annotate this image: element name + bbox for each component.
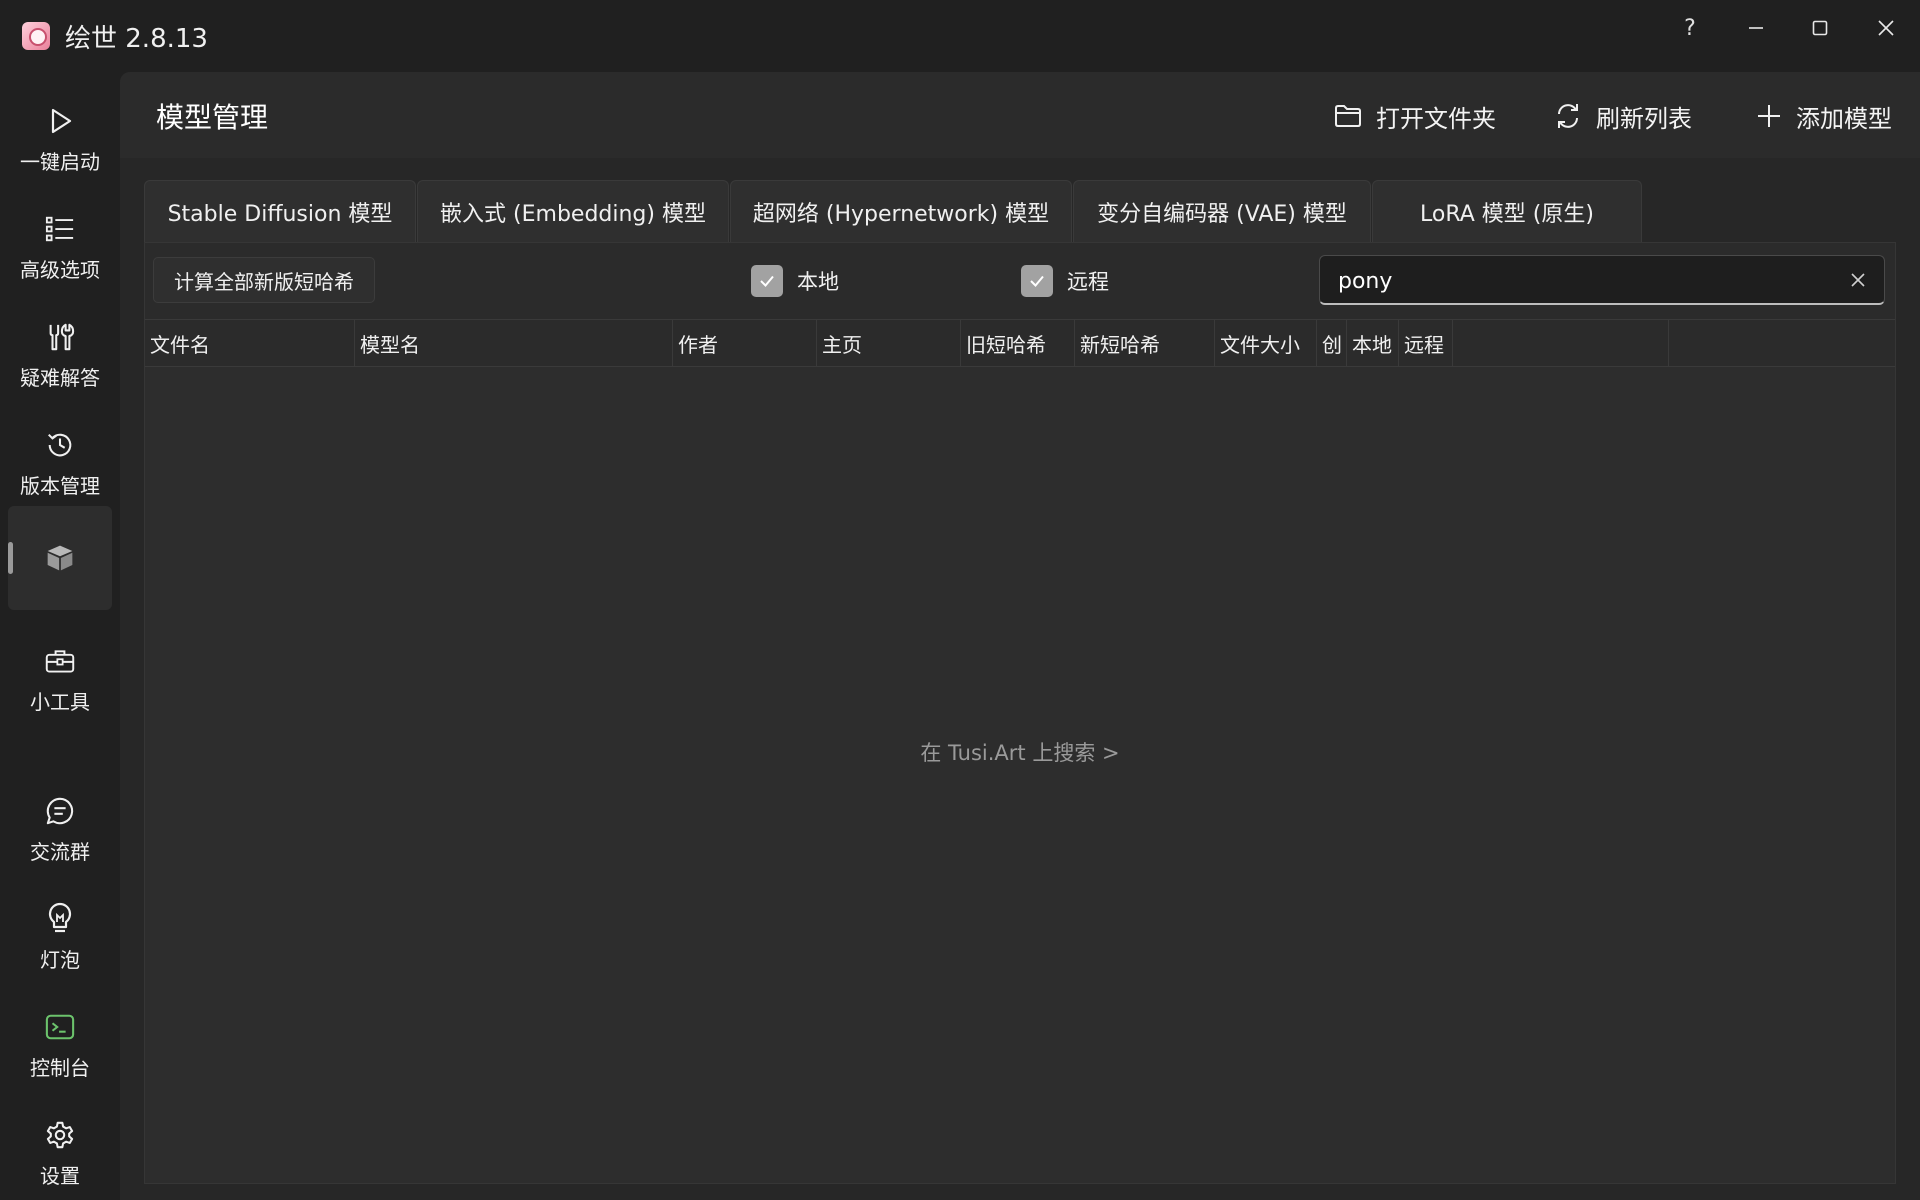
checkmark-icon <box>760 275 774 287</box>
nav-item-label: 一键启动 <box>20 150 100 174</box>
nav-item-troubleshoot[interactable]: 疑难解答 <box>8 302 112 406</box>
close-button[interactable] <box>1856 8 1916 48</box>
nav-item-label: 灯泡 <box>40 948 80 972</box>
list-icon <box>45 214 75 244</box>
left-nav: 一键启动 高级选项 疑难解答 版本管理 小工具 交流群 灯泡 控制台 设置 <box>0 72 120 1200</box>
checkmark-icon <box>1030 275 1044 287</box>
refresh-label: 刷新列表 <box>1596 104 1692 133</box>
help-icon: ? <box>1684 15 1696 41</box>
toolbox-icon <box>45 646 75 676</box>
maximize-button[interactable] <box>1790 8 1850 48</box>
nav-item-launch[interactable]: 一键启动 <box>8 86 112 190</box>
nav-item-models[interactable] <box>8 506 112 610</box>
play-icon <box>45 106 75 136</box>
active-indicator <box>8 542 13 574</box>
tab-content: 计算全部新版短哈希 本地 远程 文件名 模型名 作者 主页 旧短哈希 <box>144 242 1896 1184</box>
table-header: 文件名 模型名 作者 主页 旧短哈希 新短哈希 文件大小 创 本地 远程 <box>145 319 1895 367</box>
column-header-author[interactable]: 作者 <box>673 320 817 366</box>
folder-icon <box>1335 105 1361 127</box>
open-folder-button[interactable]: 打开文件夹 <box>1334 98 1496 134</box>
refresh-icon <box>1558 104 1578 128</box>
content-panel: 模型管理 打开文件夹 刷新列表 添加模型 Stable Diffusion 模型… <box>120 72 1920 1200</box>
calc-all-hashes-button[interactable]: 计算全部新版短哈希 <box>153 257 375 303</box>
column-header-created[interactable]: 创 <box>1317 320 1347 366</box>
column-header-local[interactable]: 本地 <box>1347 320 1399 366</box>
gear-icon <box>45 1120 75 1150</box>
nav-item-label: 小工具 <box>30 690 90 714</box>
nav-item-label: 交流群 <box>30 840 90 864</box>
nav-item-label: 版本管理 <box>20 474 100 498</box>
wrench-icon <box>45 322 75 352</box>
tab-embedding[interactable]: 嵌入式 (Embedding) 模型 <box>417 180 729 242</box>
nav-item-advanced[interactable]: 高级选项 <box>8 194 112 298</box>
minimize-button[interactable] <box>1726 8 1786 48</box>
app-logo-icon <box>22 22 50 50</box>
column-header-old-hash[interactable]: 旧短哈希 <box>961 320 1075 366</box>
nav-item-tools[interactable]: 小工具 <box>8 626 112 730</box>
nav-item-lightbulb[interactable]: 灯泡 <box>8 884 112 988</box>
nav-item-community[interactable]: 交流群 <box>8 776 112 880</box>
tab-stable-diffusion[interactable]: Stable Diffusion 模型 <box>144 180 416 242</box>
search-input[interactable] <box>1338 266 1818 296</box>
lightbulb-icon <box>45 902 75 934</box>
column-header-file-size[interactable]: 文件大小 <box>1215 320 1317 366</box>
remote-label: 远程 <box>1067 270 1109 294</box>
column-header-homepage[interactable]: 主页 <box>817 320 961 366</box>
history-icon <box>45 430 75 460</box>
nav-item-label: 控制台 <box>30 1056 90 1080</box>
column-header-extra[interactable] <box>1453 320 1669 366</box>
terminal-icon <box>45 1012 75 1042</box>
add-model-label: 添加模型 <box>1796 104 1892 133</box>
checkbox-box <box>1021 265 1053 297</box>
refresh-button[interactable]: 刷新列表 <box>1554 98 1692 134</box>
page-header: 模型管理 打开文件夹 刷新列表 添加模型 <box>120 72 1920 158</box>
nav-item-label: 设置 <box>40 1164 80 1188</box>
help-button[interactable]: ? <box>1660 8 1720 48</box>
page-title: 模型管理 <box>156 101 269 134</box>
tab-lora[interactable]: LoRA 模型 (原生) <box>1372 180 1642 242</box>
close-icon <box>1878 20 1894 36</box>
local-checkbox[interactable]: 本地 <box>751 265 839 297</box>
open-folder-label: 打开文件夹 <box>1376 104 1496 133</box>
column-header-remote[interactable]: 远程 <box>1399 320 1453 366</box>
plus-icon <box>1758 105 1780 127</box>
tab-hypernetwork[interactable]: 超网络 (Hypernetwork) 模型 <box>730 180 1072 242</box>
add-model-button[interactable]: 添加模型 <box>1756 98 1892 134</box>
nav-item-settings[interactable]: 设置 <box>8 1100 112 1200</box>
nav-item-console[interactable]: 控制台 <box>8 992 112 1096</box>
minimize-icon <box>1749 27 1763 29</box>
app-title: 绘世 2.8.13 <box>65 24 208 54</box>
nav-item-label: 疑难解答 <box>20 366 100 390</box>
close-icon <box>1851 273 1865 287</box>
title-bar: 绘世 2.8.13 ? <box>0 0 1920 72</box>
box-icon <box>45 543 75 573</box>
table-body: 在 Tusi.Art 上搜索 > <box>145 367 1895 1183</box>
local-label: 本地 <box>797 270 839 294</box>
checkbox-box <box>751 265 783 297</box>
search-box <box>1319 255 1885 305</box>
chat-icon <box>45 796 75 826</box>
column-header-new-hash[interactable]: 新短哈希 <box>1075 320 1215 366</box>
tab-vae[interactable]: 变分自编码器 (VAE) 模型 <box>1073 180 1371 242</box>
remote-checkbox[interactable]: 远程 <box>1021 265 1109 297</box>
search-tusi-link[interactable]: 在 Tusi.Art 上搜索 > <box>145 737 1895 767</box>
nav-item-label: 高级选项 <box>20 258 100 282</box>
clear-search-button[interactable] <box>1846 268 1870 292</box>
column-header-filename[interactable]: 文件名 <box>145 320 355 366</box>
maximize-icon <box>1812 20 1828 36</box>
column-header-model-name[interactable]: 模型名 <box>355 320 673 366</box>
nav-item-versions[interactable]: 版本管理 <box>8 410 112 514</box>
